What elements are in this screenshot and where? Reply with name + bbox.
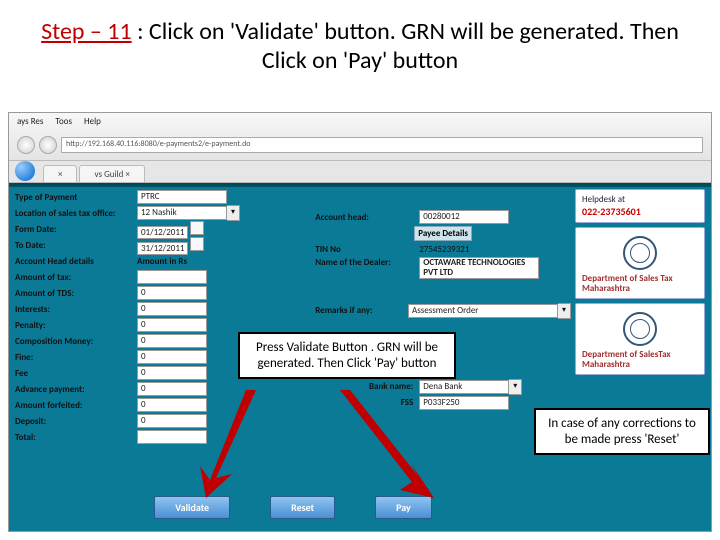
label: Amount of tax: — [15, 272, 137, 283]
tab[interactable]: vs Guild × — [79, 165, 144, 182]
callout-main: Press Validate Button . GRN will be gene… — [238, 332, 456, 379]
label: Fine: — [15, 352, 137, 363]
label: Location of sales tax office: — [15, 208, 137, 219]
callout-reset-text: In case of any corrections to be made pr… — [548, 416, 696, 447]
forward-icon[interactable] — [39, 136, 57, 154]
label: Interests: — [15, 304, 137, 315]
url-bar[interactable]: http://192.168.40.116:8080/e-payments2/e… — [61, 137, 703, 153]
dealer-name-value: OCTAWARE TECHNOLOGIES PVT LTD — [419, 257, 539, 279]
pay-button[interactable]: Pay — [375, 496, 432, 519]
penalty-input[interactable]: 0 — [137, 318, 207, 332]
tin-value: 27545239321 — [419, 244, 469, 255]
callout-main-text: Press Validate Button . GRN will be gene… — [256, 340, 438, 371]
amount-tax-input[interactable] — [137, 270, 207, 284]
label: Account Head details — [15, 256, 137, 267]
helpdesk-label: Helpdesk at — [582, 194, 698, 205]
callout-reset: In case of any corrections to be made pr… — [534, 408, 710, 455]
fee-input[interactable]: 0 — [137, 366, 207, 380]
browser-menu: ays Res Toos Help — [17, 116, 101, 127]
composition-input[interactable]: 0 — [137, 334, 207, 348]
label: Fee — [15, 368, 137, 379]
payee-details-header: Payee Details — [414, 226, 472, 241]
validate-button[interactable]: Validate — [154, 496, 230, 519]
step-label: Step – 11 — [41, 17, 132, 46]
fine-input[interactable]: 0 — [137, 350, 207, 364]
location-select[interactable]: 12 Nashik — [137, 206, 227, 220]
label: Remarks if any: — [315, 305, 408, 316]
label: Penalty: — [15, 320, 137, 331]
label: Type of Payment — [15, 192, 137, 203]
label: Deposit: — [15, 416, 137, 427]
dept-card: Department of Sales Tax Maharashtra — [575, 227, 705, 299]
helpdesk-card: Helpdesk at 022-23735601 — [575, 189, 705, 223]
helpdesk-number: 022-23735601 — [582, 205, 698, 218]
menu-item[interactable]: ays Res — [17, 116, 43, 127]
label: Composition Money: — [15, 336, 137, 347]
tab-strip: × vs Guild × — [9, 161, 711, 183]
menu-item[interactable]: Help — [84, 116, 101, 127]
button-bar: Validate Reset Pay — [15, 496, 571, 519]
remarks-select[interactable]: Assessment Order — [408, 304, 558, 318]
back-icon[interactable] — [17, 136, 35, 154]
reset-button[interactable]: Reset — [270, 496, 335, 519]
amount-tds-input[interactable]: 0 — [137, 286, 207, 300]
to-date-input[interactable]: 31/12/2011 — [137, 242, 188, 255]
seal-icon — [623, 236, 657, 270]
label: Total: — [15, 432, 137, 443]
browser-toolbar: ays Res Toos Help http://192.168.40.116:… — [9, 113, 711, 161]
title-rest: : Click on 'Validate' button. GRN will b… — [132, 17, 679, 75]
dept-state: Maharashtra — [582, 360, 698, 370]
label: TIN No — [315, 244, 419, 255]
seal-icon — [623, 312, 657, 346]
account-head-value: 00280012 — [419, 210, 509, 224]
label: To Date: — [15, 240, 137, 251]
label: Form Date: — [15, 224, 137, 235]
arrow-to-pay — [330, 390, 440, 498]
label: Name of the Dealer: — [315, 257, 419, 268]
label: Account head: — [315, 212, 419, 223]
dept-state: Maharashtra — [582, 284, 698, 294]
menu-item[interactable]: Toos — [55, 116, 72, 127]
label: Amount in Rs — [137, 256, 259, 267]
interests-input[interactable]: 0 — [137, 302, 207, 316]
slide-title: Step – 11 : Click on 'Validate' button. … — [0, 0, 720, 84]
type-of-payment-value: PTRC — [137, 190, 227, 204]
label: Amount of TDS: — [15, 288, 137, 299]
arrow-to-validate — [196, 390, 276, 498]
tab[interactable]: × — [43, 165, 77, 182]
label: Amount forfeited: — [15, 400, 137, 411]
sidebar: Helpdesk at 022-23735601 Department of S… — [575, 189, 705, 525]
label: Advance payment: — [15, 384, 137, 395]
dept-card-2: Department of SalesTax Maharashtra — [575, 303, 705, 375]
